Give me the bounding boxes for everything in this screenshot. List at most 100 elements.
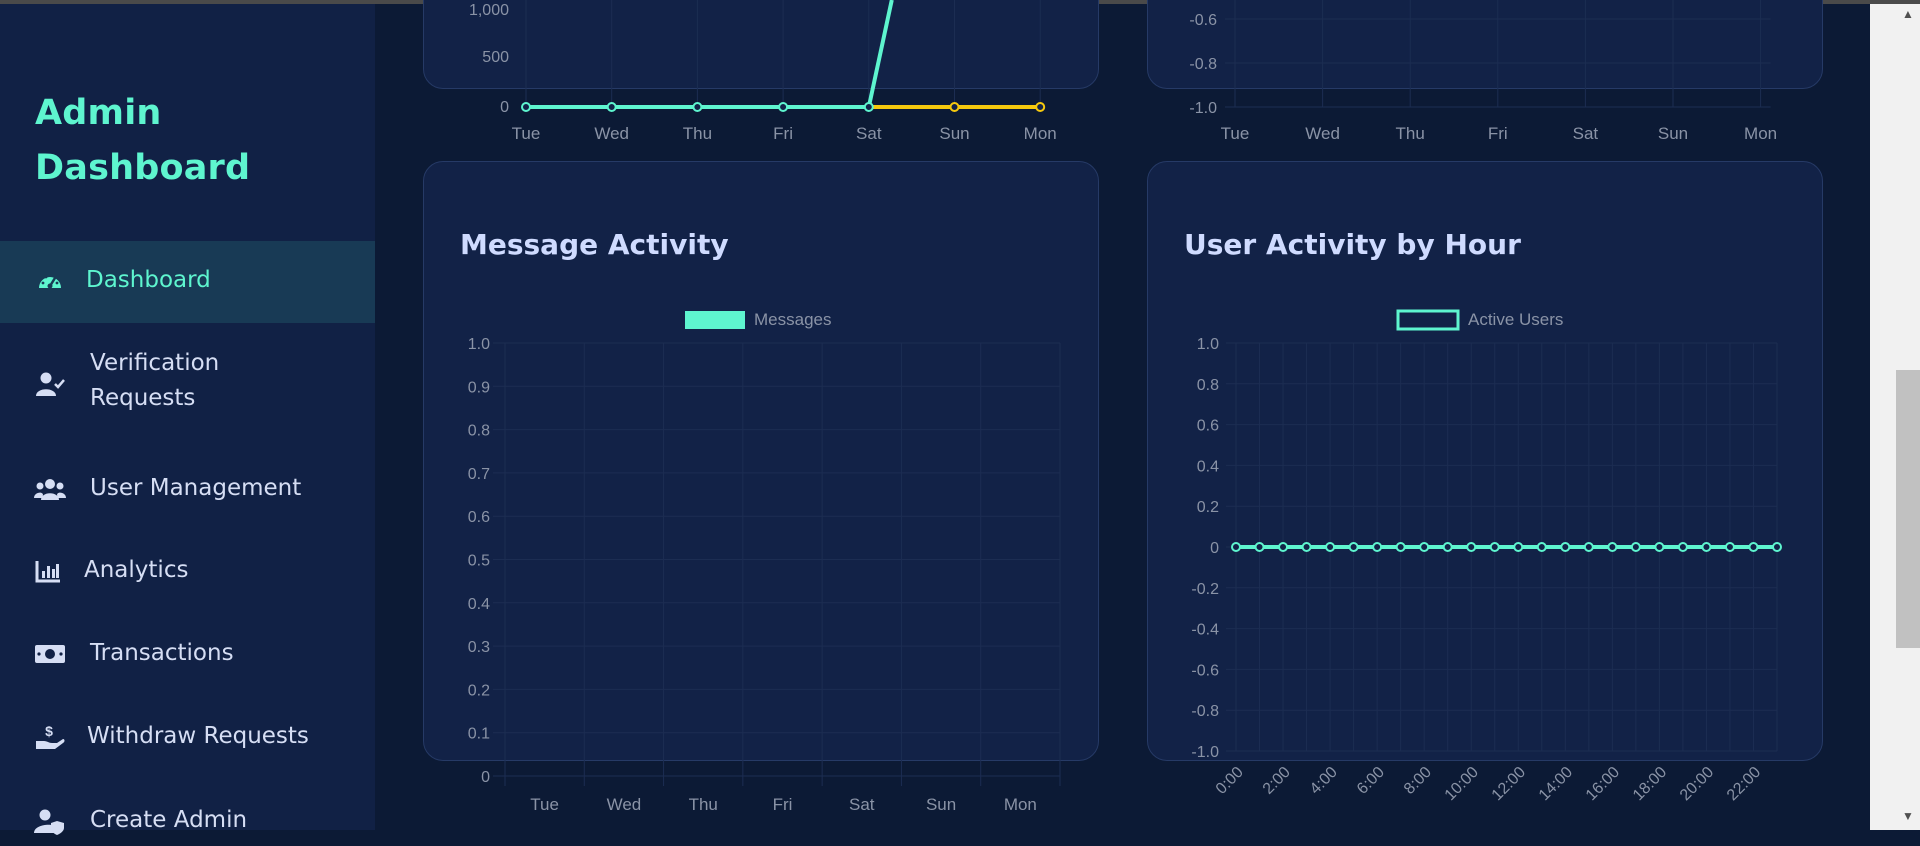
x-tick-label: 2:00 — [1260, 764, 1294, 798]
y-tick-label: 0 — [481, 769, 490, 786]
scroll-down-arrow-icon[interactable]: ▼ — [1896, 806, 1920, 826]
y-tick-label: 1.0 — [468, 336, 490, 353]
x-tick-label: Sat — [856, 124, 882, 143]
data-point — [1654, 542, 1665, 552]
data-point — [1466, 542, 1477, 552]
x-tick-label: Mon — [1004, 795, 1037, 814]
data-point — [778, 102, 789, 112]
x-tick-label: Sat — [1573, 124, 1599, 143]
sidebar-item-transactions[interactable]: Transactions — [0, 629, 375, 679]
y-tick-label: 0.5 — [468, 553, 490, 570]
y-tick-label: 0.8 — [1197, 377, 1219, 394]
sidebar-item-verification-requests[interactable]: Verification Requests — [0, 344, 375, 424]
x-tick-label: Sun — [1658, 124, 1688, 143]
y-tick-label: -0.2 — [1191, 581, 1219, 598]
data-point — [1035, 102, 1046, 112]
x-tick-label: 18:00 — [1630, 764, 1670, 804]
x-tick-label: 10:00 — [1442, 764, 1482, 804]
data-point — [863, 102, 874, 112]
data-point — [1536, 542, 1547, 552]
x-tick-label: Wed — [1305, 124, 1340, 143]
y-tick-label: 0.8 — [468, 423, 490, 440]
data-point — [1395, 542, 1406, 552]
brand-line-2: Dashboard — [35, 148, 251, 188]
x-tick-label: 20:00 — [1677, 764, 1717, 804]
x-tick-label: Sun — [939, 124, 969, 143]
data-point — [1231, 542, 1241, 552]
scroll-up-arrow-icon[interactable]: ▲ — [1896, 4, 1920, 24]
sidebar-item-analytics[interactable]: Analytics — [0, 546, 375, 596]
x-tick-label: Fri — [1488, 124, 1508, 143]
user-check-icon — [34, 368, 66, 400]
money-bill-icon — [34, 638, 66, 670]
y-tick-label: 0.3 — [468, 639, 490, 656]
sidebar-item-withdraw-requests[interactable]: $ Withdraw Requests — [0, 712, 375, 762]
data-point — [1607, 542, 1618, 552]
x-tick-label: Wed — [607, 795, 642, 814]
data-point — [1372, 542, 1383, 552]
data-point — [1748, 542, 1759, 552]
data-point — [1583, 542, 1594, 552]
y-tick-label: 1,000 — [469, 2, 509, 19]
data-point — [606, 102, 617, 112]
data-point — [1772, 542, 1782, 552]
sidebar-item-create-admin[interactable]: Create Admin — [0, 796, 375, 846]
data-point — [1677, 542, 1688, 552]
data-point — [521, 102, 531, 112]
y-tick-label: 1.0 — [1197, 336, 1219, 353]
x-tick-label: 8:00 — [1401, 764, 1435, 798]
scrollbar-thumb[interactable] — [1896, 370, 1920, 648]
data-point — [1325, 542, 1336, 552]
legend-label-messages: Messages — [754, 310, 831, 329]
y-tick-label: 0.1 — [468, 726, 490, 743]
sidebar-item-label: Dashboard — [86, 267, 211, 293]
sidebar-item-label: User Management — [90, 475, 302, 501]
y-tick-label: 0 — [1210, 540, 1219, 557]
x-tick-label: Sat — [849, 795, 875, 814]
data-point — [1701, 542, 1712, 552]
data-point — [1278, 542, 1289, 552]
data-point — [1442, 542, 1453, 552]
data-point — [1348, 542, 1359, 552]
sidebar-item-label: Verification Requests — [90, 350, 220, 411]
data-point — [1513, 542, 1524, 552]
y-tick-label: -0.6 — [1189, 12, 1217, 29]
hand-dollar-icon: $ — [34, 721, 66, 753]
x-tick-label: 12:00 — [1489, 764, 1529, 804]
x-tick-label: Sun — [926, 795, 956, 814]
sidebar-item-label: Create Admin — [90, 807, 248, 833]
x-tick-label: Fri — [773, 795, 793, 814]
data-point — [949, 102, 960, 112]
y-tick-label: -0.4 — [1191, 622, 1219, 639]
legend-swatch-active-users — [1396, 309, 1460, 331]
bar-chart-icon — [32, 555, 64, 587]
weekly-line-chart-1: 1,000 500 0Tue Wed Thu Fri Sat Sun Mon — [469, 0, 1057, 143]
x-tick-label: Tue — [530, 795, 559, 814]
x-tick-label: 22:00 — [1724, 764, 1764, 804]
y-tick-label: 0.6 — [468, 509, 490, 526]
series-line-teal-rise — [866, 0, 894, 108]
weekly-line-chart-2: -0.6 -0.8 -1.0Tue Wed Thu Fri Sat Sun Mon — [1189, 0, 1777, 143]
y-tick-label: 0.2 — [1197, 499, 1219, 516]
user-shield-icon — [34, 805, 66, 837]
x-tick-label: Mon — [1744, 124, 1777, 143]
y-tick-label: -1.0 — [1189, 100, 1217, 117]
sidebar-item-label: Analytics — [84, 557, 189, 583]
data-point — [1254, 542, 1265, 552]
data-point — [1560, 542, 1571, 552]
data-point — [1419, 542, 1430, 552]
sidebar-item-user-management[interactable]: User Management — [0, 464, 375, 514]
x-tick-label: 0:00 — [1213, 764, 1247, 798]
x-tick-label: Wed — [594, 124, 629, 143]
user-activity-chart: Active Users 1.0 0.8 0.6 0.4 0.2 0 -0.2 -0.4 -0.6… — [1191, 309, 1782, 804]
x-tick-label: Tue — [1221, 124, 1250, 143]
gauge-icon — [34, 266, 66, 298]
x-tick-label: Thu — [689, 795, 718, 814]
x-tick-label: Tue — [512, 124, 541, 143]
sidebar-item-dashboard[interactable]: Dashboard — [0, 241, 375, 323]
legend-swatch-messages — [685, 311, 745, 329]
sidebar: Admin Dashboard Dashboard Verification R… — [0, 4, 375, 835]
y-tick-label: 0.9 — [468, 379, 490, 396]
y-tick-label: -0.8 — [1189, 56, 1217, 73]
y-tick-label: 0.4 — [1197, 458, 1219, 475]
